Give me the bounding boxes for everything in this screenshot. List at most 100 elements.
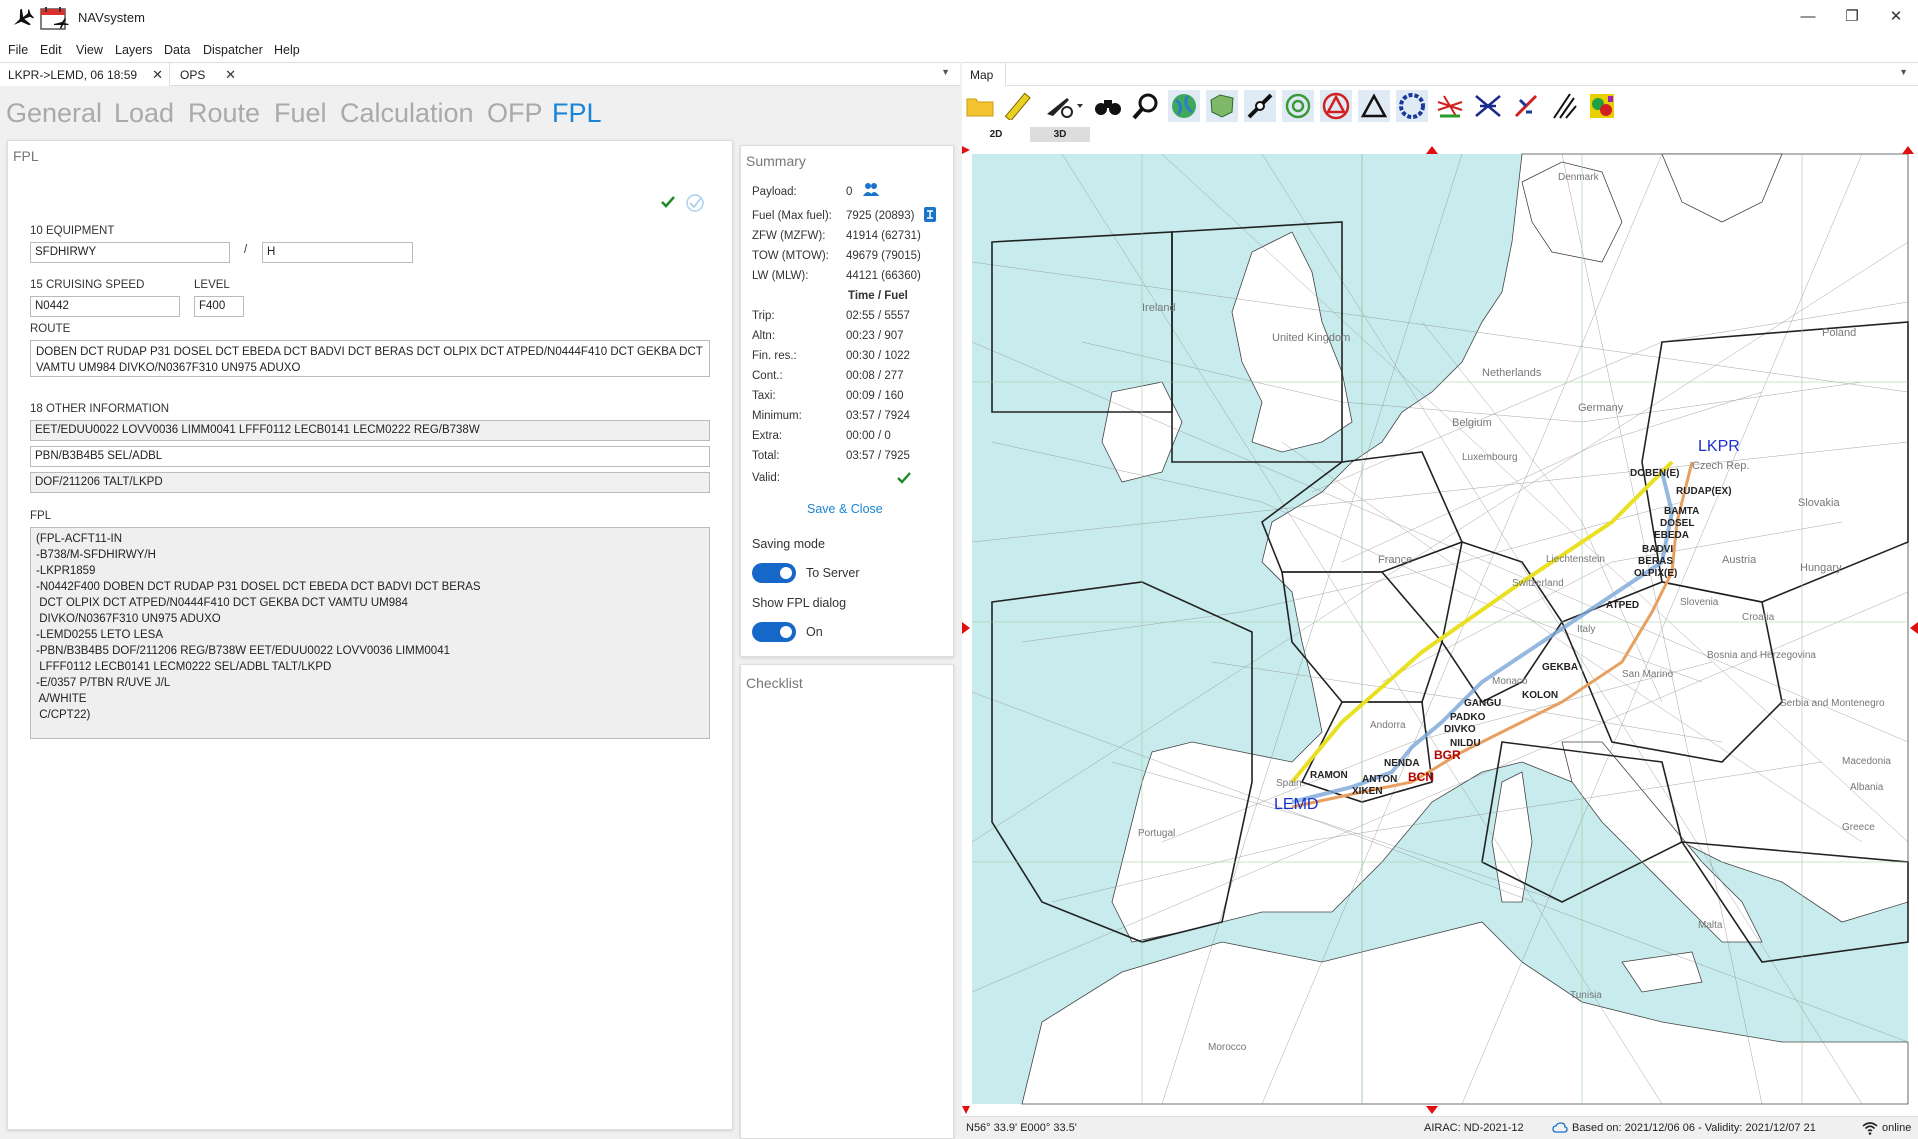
save-close-button[interactable]: Save & Close xyxy=(807,502,883,516)
waypoint-label[interactable]: RAMON xyxy=(1310,770,1348,781)
tab-2d[interactable]: 2D xyxy=(966,127,1026,142)
tab-load[interactable]: Load xyxy=(114,98,174,129)
equipment-input[interactable]: SFDHIRWY xyxy=(30,242,230,263)
summary-value: 49679 (79015) xyxy=(846,250,921,262)
menu-view[interactable]: View xyxy=(76,43,103,57)
tab-fpl[interactable]: FPL xyxy=(552,98,602,129)
fuel-row-value: 03:57 / 7925 xyxy=(846,450,910,462)
tab-route[interactable]: Route xyxy=(188,98,260,129)
weather-icon[interactable] xyxy=(1586,90,1618,122)
saving-mode-toggle[interactable] xyxy=(752,563,796,583)
fuel-row-label: Fin. res.: xyxy=(752,350,797,362)
folder-icon[interactable] xyxy=(964,90,996,122)
check-icon[interactable] xyxy=(660,195,676,209)
airport-label-alternate[interactable]: BCN xyxy=(1408,770,1434,784)
fuel-icon[interactable] xyxy=(923,206,937,223)
waypoint-label[interactable]: BAMTA xyxy=(1664,506,1699,517)
close-icon[interactable]: ✕ xyxy=(225,67,236,83)
route-input[interactable]: DOBEN DCT RUDAP P31 DOSEL DCT EBEDA DCT … xyxy=(30,340,710,377)
checklist-panel xyxy=(740,664,954,1139)
traffic-icon[interactable] xyxy=(1510,90,1542,122)
menu-file[interactable]: File xyxy=(8,43,28,57)
waypoint-label[interactable]: OLPIX(E) xyxy=(1634,568,1677,579)
chevron-down-icon[interactable]: ▼ xyxy=(1899,67,1908,77)
ruler-icon[interactable] xyxy=(1002,90,1034,122)
restricted-area-icon[interactable] xyxy=(1320,90,1352,122)
fuel-row-value: 00:00 / 0 xyxy=(846,430,891,442)
binoculars-icon[interactable] xyxy=(1092,90,1124,122)
terrain-icon[interactable] xyxy=(1206,90,1238,122)
fuel-row-label: Extra: xyxy=(752,430,783,442)
map-country-label: Luxembourg xyxy=(1462,452,1518,463)
tab-general[interactable]: General xyxy=(6,98,102,129)
menu-help[interactable]: Help xyxy=(274,43,300,57)
show-fpl-toggle[interactable] xyxy=(752,622,796,642)
airway-icon[interactable] xyxy=(1244,90,1276,122)
waypoint-label[interactable]: XIKEN xyxy=(1352,786,1383,797)
search-icon[interactable] xyxy=(1130,90,1162,122)
waypoint-label[interactable]: ANTON xyxy=(1362,774,1397,785)
menu-edit[interactable]: Edit xyxy=(40,43,62,57)
waypoint-label[interactable]: EBEDA xyxy=(1654,530,1689,541)
waypoint-label[interactable]: KOLON xyxy=(1522,690,1558,701)
menu-data[interactable]: Data xyxy=(164,43,190,57)
waypoint-label[interactable]: BADVI xyxy=(1642,544,1673,555)
waypoint-label[interactable]: RUDAP(EX) xyxy=(1676,486,1732,497)
waypoint-label[interactable]: DIVKO xyxy=(1444,724,1476,735)
compass-rose-icon[interactable] xyxy=(1396,90,1428,122)
summary-label: ZFW (MZFW): xyxy=(752,230,826,242)
menu-dispatcher[interactable]: Dispatcher xyxy=(203,43,263,57)
other-info-input[interactable]: PBN/B3B4B5 SEL/ADBL xyxy=(30,446,710,467)
fuel-row-value: 00:09 / 160 xyxy=(846,390,904,402)
vor-icon[interactable] xyxy=(1282,90,1314,122)
other-info-input[interactable]: DOF/211206 TALT/LKPD xyxy=(30,472,710,493)
airport-label-origin[interactable]: LKPR xyxy=(1698,438,1740,456)
globe-icon[interactable] xyxy=(1168,90,1200,122)
map-country-label: San Marino xyxy=(1622,669,1674,680)
waypoint-label[interactable]: NILDU xyxy=(1450,738,1481,749)
equipment-surveillance-input[interactable]: H xyxy=(262,242,413,263)
cruising-speed-input[interactable]: N0442 xyxy=(30,296,180,317)
time-fuel-header: Time / Fuel xyxy=(848,290,908,302)
fuel-row-value: 02:55 / 5557 xyxy=(846,310,910,322)
tab-calculation[interactable]: Calculation xyxy=(340,98,474,129)
other-info-input[interactable]: EET/EDUU0022 LOVV0036 LIMM0041 LFFF0112 … xyxy=(30,420,710,441)
fpl-text-area[interactable]: (FPL-ACFT11-IN -B738/M-SFDHIRWY/H -LKPR1… xyxy=(30,527,710,739)
tab-fuel[interactable]: Fuel xyxy=(274,98,327,129)
route-airways-icon[interactable] xyxy=(1434,90,1466,122)
people-icon[interactable] xyxy=(862,182,880,198)
menu-layers[interactable]: Layers xyxy=(115,43,153,57)
close-icon[interactable]: ✕ xyxy=(152,67,163,83)
wifi-icon xyxy=(1862,1122,1878,1135)
level-input[interactable]: F400 xyxy=(194,296,244,317)
aircraft-settings-icon[interactable] xyxy=(1042,90,1088,122)
maximize-button[interactable]: ❐ xyxy=(1834,4,1870,30)
map-canvas[interactable]: Denmark Ireland United Kingdom Netherlan… xyxy=(962,142,1918,1116)
map-country-label: Croatia xyxy=(1742,612,1775,623)
procedure-icon[interactable] xyxy=(1548,90,1580,122)
tab-flight[interactable]: LKPR->LEMD, 06 18:59 ✕ xyxy=(0,63,170,86)
tab-flight-label: LKPR->LEMD, 06 18:59 xyxy=(8,68,138,82)
tab-ops[interactable]: OPS ✕ xyxy=(172,63,242,86)
waypoint-label[interactable]: NENDA xyxy=(1384,758,1420,769)
waypoint-label[interactable]: DOBEN(E) xyxy=(1630,468,1679,479)
waypoint-label[interactable]: DOSEL xyxy=(1660,518,1694,529)
high-airways-icon[interactable] xyxy=(1472,90,1504,122)
minimize-button[interactable]: — xyxy=(1790,4,1826,30)
waypoint-label[interactable]: GANGU xyxy=(1464,698,1501,709)
tab-map[interactable]: Map xyxy=(962,63,1006,86)
waypoint-label[interactable]: ATPED xyxy=(1606,600,1639,611)
triangle-icon[interactable] xyxy=(1358,90,1390,122)
tab-ofp[interactable]: OFP xyxy=(487,98,543,129)
chevron-down-icon[interactable]: ▼ xyxy=(941,67,950,77)
waypoint-label[interactable]: GEKBA xyxy=(1542,662,1578,673)
fuel-row-label: Altn: xyxy=(752,330,776,342)
airac-cycle: AIRAC: ND-2021-12 xyxy=(1424,1122,1524,1134)
close-window-button[interactable]: ✕ xyxy=(1878,4,1914,30)
waypoint-label[interactable]: BERAS xyxy=(1638,556,1673,567)
waypoint-label[interactable]: PADKO xyxy=(1450,712,1485,723)
airport-label-alternate[interactable]: BGR xyxy=(1434,748,1461,762)
tab-3d[interactable]: 3D xyxy=(1030,127,1090,142)
airport-label-destination[interactable]: LEMD xyxy=(1274,796,1318,814)
validate-icon[interactable] xyxy=(685,193,705,213)
